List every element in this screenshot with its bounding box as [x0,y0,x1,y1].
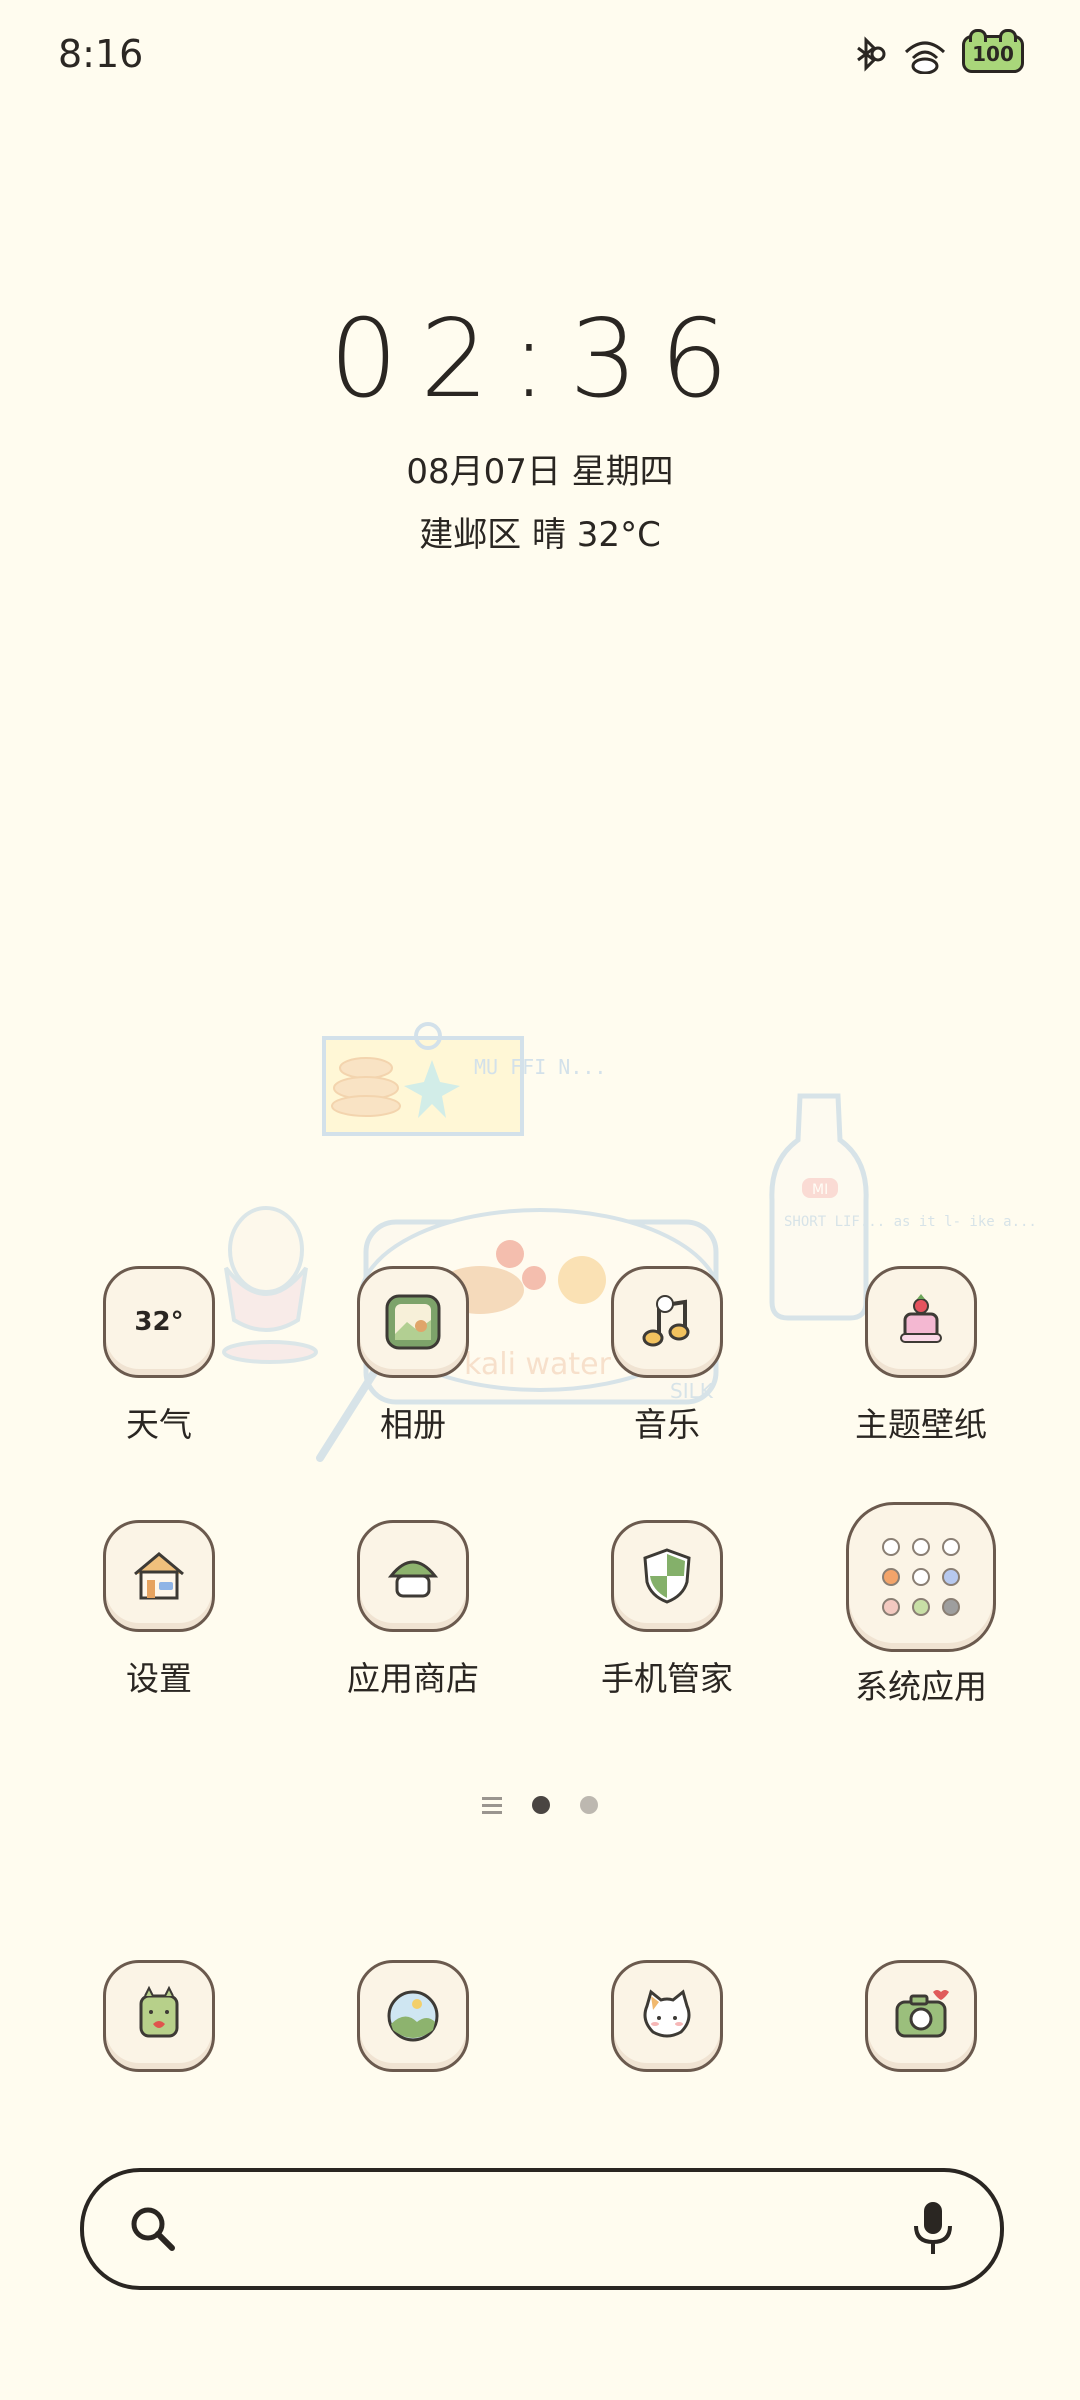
bluetooth-icon [857,36,886,72]
app-label: 设置 [126,1659,192,1698]
dock-camera[interactable] [821,1960,1021,2072]
app-label: 天气 [126,1405,192,1444]
house-settings-icon [103,1520,215,1632]
page-indicator[interactable] [0,1796,1080,1814]
status-bar: 8:16 100 [0,0,1080,110]
svg-text:MI: MI [812,1182,828,1198]
app-themes[interactable]: 主题壁纸 [821,1266,1021,1446]
wifi-icon [904,41,946,74]
camera-icon [865,1960,977,2072]
dock-messages[interactable] [567,1960,767,2072]
browser-icon [357,1960,469,2072]
app-label: 手机管家 [601,1659,733,1698]
app-settings[interactable]: 设置 [59,1520,259,1700]
app-music[interactable]: 音乐 [567,1266,767,1446]
app-weather[interactable]: 32° 天气 [59,1266,259,1446]
weather-icon: 32° [103,1266,215,1378]
shield-icon [611,1520,723,1632]
app-photos[interactable]: 相册 [313,1266,513,1446]
music-icon [611,1266,723,1378]
app-label: 应用商店 [347,1659,479,1698]
page-dot[interactable] [580,1796,598,1814]
messages-icon [611,1960,723,2072]
themes-icon [865,1266,977,1378]
folder-icon [846,1502,996,1652]
app-store-icon [357,1520,469,1632]
status-time: 8:16 [58,32,144,76]
photos-icon [357,1266,469,1378]
search-bar[interactable] [80,2168,1004,2290]
app-system-folder[interactable]: 系统应用 [821,1502,1021,1708]
clock-widget[interactable]: 02:36 08月07日 星期四 建邺区 晴 32°C [0,300,1080,556]
clock-weather: 建邺区 晴 32°C [419,515,661,555]
microphone-icon[interactable] [906,2196,960,2260]
app-store[interactable]: 应用商店 [313,1520,513,1700]
page-dot-active[interactable] [532,1796,550,1814]
status-icons: 100 [848,29,1024,74]
svg-text:MU FFI N...: MU FFI N... [474,1055,606,1079]
dock-browser[interactable] [313,1960,513,2072]
clock-time: 02:36 [329,297,751,422]
app-label: 音乐 [634,1405,700,1444]
search-icon[interactable] [126,2202,180,2256]
battery-indicator: 100 [962,29,1024,73]
svg-text:SHORT LIF... as it l- ike a...: SHORT LIF... as it l- ike a... [784,1214,1037,1230]
app-label: 相册 [380,1405,446,1444]
app-drawer-icon[interactable] [482,1796,502,1814]
phone-icon [103,1960,215,2072]
app-label: 系统应用 [855,1667,987,1706]
dock-phone[interactable] [59,1960,259,2072]
app-label: 主题壁纸 [855,1405,987,1444]
clock-date: 08月07日 星期四 [406,452,674,492]
app-phone-manager[interactable]: 手机管家 [567,1520,767,1700]
